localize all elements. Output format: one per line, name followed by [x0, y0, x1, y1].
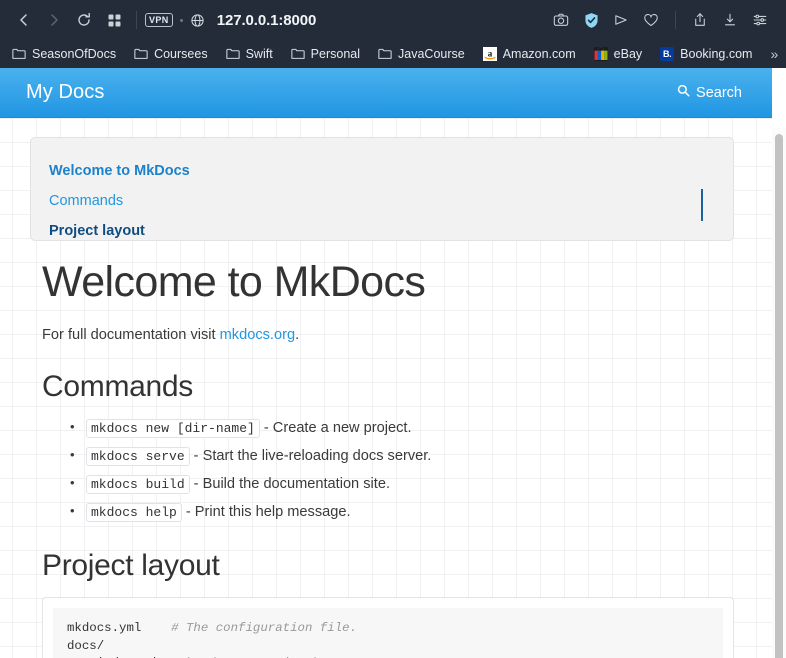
search-button[interactable]: Search [677, 84, 746, 101]
bookmark-coursees[interactable]: Coursees [134, 47, 217, 61]
reload-icon[interactable] [70, 6, 98, 34]
url-bar[interactable]: 127.0.0.1:8000 [217, 12, 317, 29]
list-item: mkdocs help - Print this help message. [42, 501, 742, 523]
bookmark-label: Amazon.com [502, 47, 576, 61]
project-layout-code: mkdocs.yml # The configuration file. doc… [53, 608, 723, 658]
nav-link-welcome[interactable]: Welcome to MkDocs [49, 156, 733, 186]
list-item: mkdocs serve - Start the live-reloading … [42, 445, 742, 467]
site-title[interactable]: My Docs [26, 81, 104, 104]
folder-icon [291, 48, 305, 60]
toolbar-actions [547, 6, 774, 34]
send-icon[interactable] [607, 6, 635, 34]
bookmark-amazon[interactable]: a Amazon.com [482, 47, 585, 61]
nav-link-project-layout[interactable]: Project layout [49, 216, 733, 246]
code-pad [141, 621, 171, 635]
amazon-favicon: a [482, 47, 497, 61]
intro-suffix: . [295, 327, 300, 343]
bookmarks-overflow-button[interactable]: » [770, 46, 780, 62]
site-header: My Docs Search [0, 68, 772, 118]
shield-check-icon[interactable] [577, 6, 605, 34]
command-desc: - Start the live-reloading docs server. [189, 448, 432, 464]
globe-icon[interactable] [190, 13, 205, 28]
page-nav-panel: Welcome to MkDocs Commands Project layou… [30, 137, 734, 241]
page-scrollbar[interactable] [772, 128, 786, 658]
bookmark-label: Swift [245, 47, 273, 61]
forward-icon[interactable] [40, 6, 68, 34]
code-path: docs/ [67, 638, 105, 653]
toolbar-divider [136, 11, 137, 29]
bookmark-label: JavaCourse [398, 47, 465, 61]
separator-dot [179, 18, 183, 22]
folder-icon [378, 48, 392, 60]
share-icon[interactable] [686, 6, 714, 34]
folder-icon [225, 48, 240, 60]
list-item: mkdocs new [dir-name] - Create a new pro… [42, 417, 742, 439]
page-viewport: My Docs Search Welcome to MkDocs Command… [0, 68, 786, 658]
bookmark-label: SeasonOfDocs [32, 47, 117, 61]
page-title: Welcome to MkDocs [42, 258, 426, 306]
command-desc: - Build the documentation site. [189, 476, 390, 492]
scrollbar-thumb[interactable] [775, 134, 783, 658]
nav-scroll-indicator[interactable] [701, 189, 703, 221]
project-layout-heading: Project layout [42, 549, 220, 582]
command-desc: - Create a new project. [259, 420, 412, 436]
command-code: mkdocs serve [86, 447, 190, 466]
bookmark-swift[interactable]: Swift [225, 47, 282, 61]
bookmarks-bar: SeasonOfDocs Coursees Swift Personal Jav [0, 40, 786, 68]
ebay-favicon [593, 47, 608, 61]
bookmark-ebay[interactable]: eBay [593, 47, 652, 61]
back-icon[interactable] [10, 6, 38, 34]
article-content: Welcome to MkDocs For full documentation… [42, 256, 742, 658]
svg-text:a: a [487, 49, 492, 59]
search-label: Search [696, 84, 742, 101]
bookmark-label: Personal [310, 47, 361, 61]
page-body: Welcome to MkDocs Commands Project layou… [0, 118, 772, 658]
nav-link-commands[interactable]: Commands [49, 186, 733, 216]
command-desc: - Print this help message. [181, 504, 351, 520]
tab-grid-icon[interactable] [100, 6, 128, 34]
bookmark-seasonofdocs[interactable]: SeasonOfDocs [12, 47, 125, 61]
command-code: mkdocs build [86, 475, 190, 494]
download-icon[interactable] [716, 6, 744, 34]
command-code: mkdocs help [86, 503, 182, 522]
folder-icon [12, 48, 26, 60]
bookmark-label: Booking.com [680, 47, 753, 61]
bookmark-personal[interactable]: Personal [291, 47, 369, 61]
intro-paragraph: For full documentation visit mkdocs.org. [42, 324, 742, 346]
bookmark-label: eBay [613, 47, 643, 61]
toolbar-divider-2 [675, 11, 676, 29]
command-code: mkdocs new [dir-name] [86, 419, 260, 438]
commands-list: mkdocs new [dir-name] - Create a new pro… [42, 417, 742, 523]
commands-heading: Commands [42, 370, 193, 403]
navigation-buttons [10, 6, 128, 34]
browser-chrome: VPN 127.0.0.1:8000 SeasonOfDocs Coursees… [0, 0, 786, 68]
search-icon [677, 84, 690, 101]
camera-icon[interactable] [547, 6, 575, 34]
folder-icon [134, 48, 148, 60]
browser-toolbar: VPN 127.0.0.1:8000 [0, 0, 786, 40]
bookmark-booking[interactable]: B. Booking.com [660, 47, 761, 61]
code-comment: # The configuration file. [171, 621, 357, 635]
mkdocs-org-link[interactable]: mkdocs.org [220, 327, 295, 343]
code-card: mkdocs.yml # The configuration file. doc… [42, 597, 734, 658]
bookmark-label: Coursees [154, 47, 208, 61]
booking-favicon: B. [660, 47, 675, 61]
heart-icon[interactable] [637, 6, 665, 34]
bookmark-javacourse[interactable]: JavaCourse [378, 47, 474, 61]
vpn-badge[interactable]: VPN [145, 13, 173, 27]
code-path: mkdocs.yml [67, 621, 142, 635]
intro-prefix: For full documentation visit [42, 327, 220, 343]
settings-sliders-icon[interactable] [746, 6, 774, 34]
list-item: mkdocs build - Build the documentation s… [42, 473, 742, 495]
